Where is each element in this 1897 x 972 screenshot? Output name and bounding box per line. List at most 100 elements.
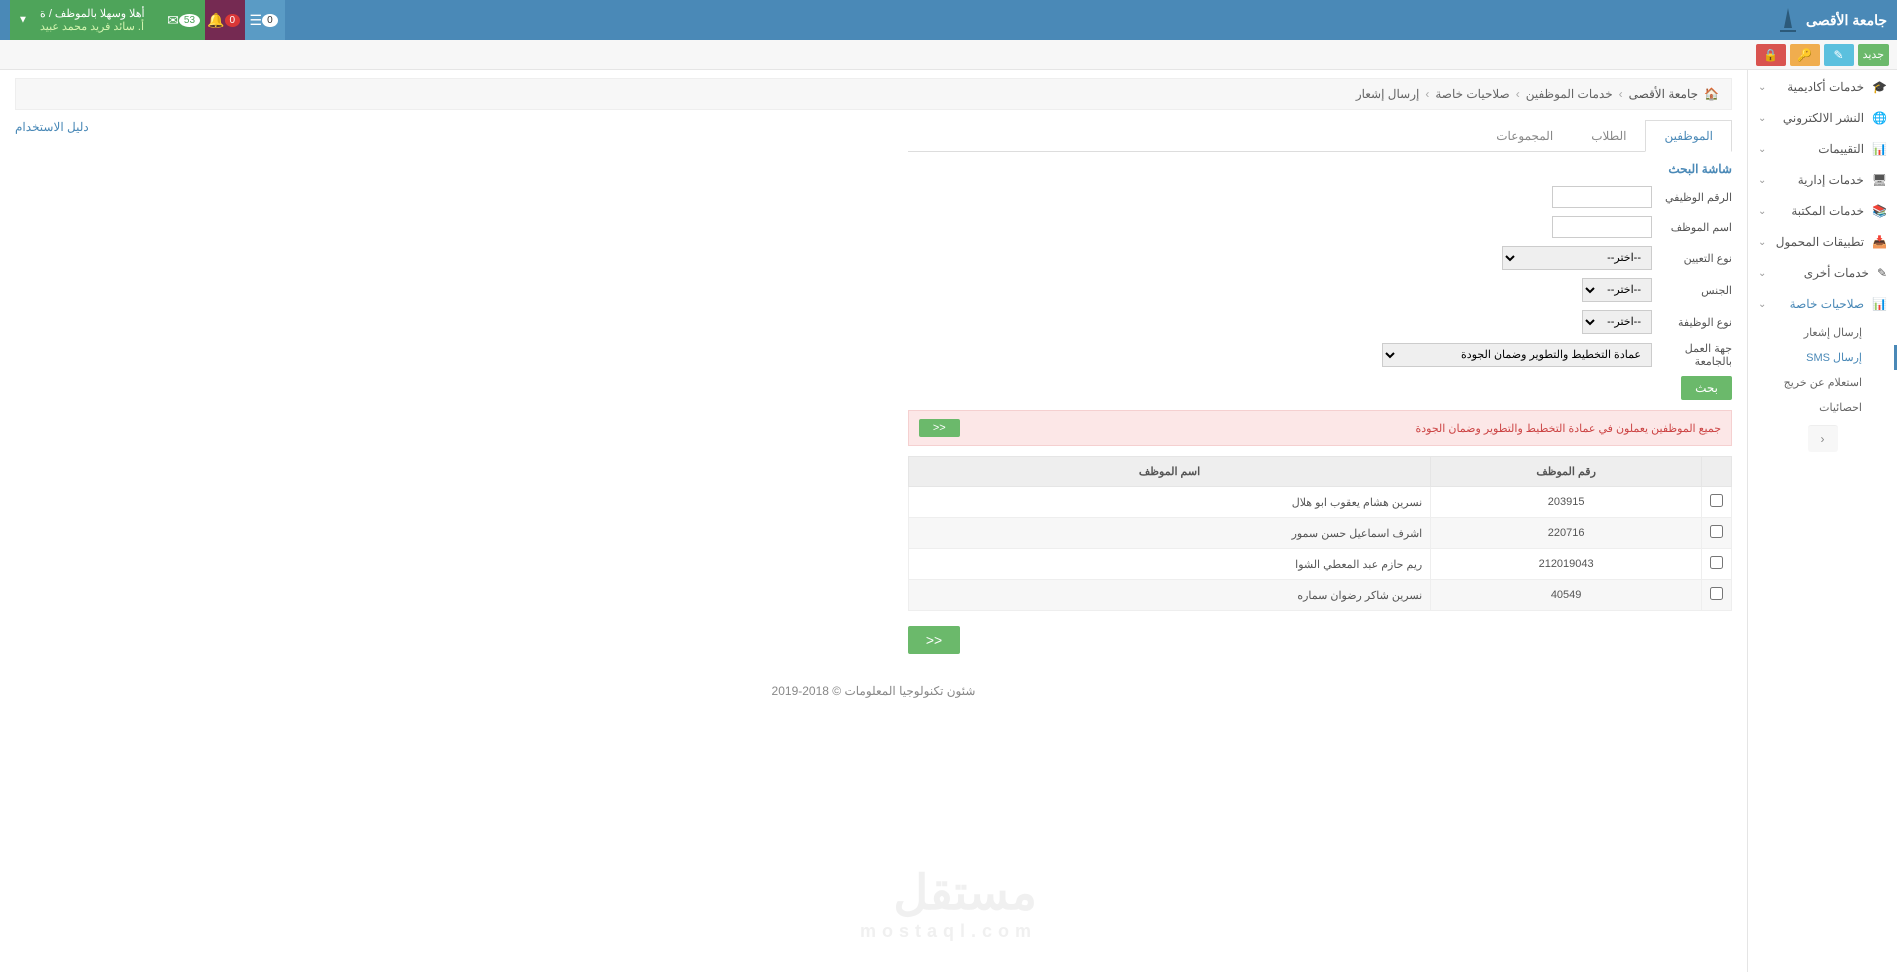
- submenu-statistics[interactable]: احصائيات: [1748, 395, 1872, 420]
- sidebar-item-admin[interactable]: 🖥خدمات إدارية ⌄: [1748, 165, 1897, 196]
- chart-icon: 📊: [1872, 142, 1887, 156]
- select-dept[interactable]: عمادة التخطيط والتطوير وضمان الجودة: [1382, 343, 1652, 367]
- tab-employees[interactable]: الموظفين: [1645, 120, 1732, 152]
- breadcrumb-level3: إرسال إشعار: [1356, 87, 1420, 101]
- header-notification-button[interactable]: 0 🔔: [205, 0, 245, 40]
- chevron-down-icon: ⌄: [1758, 113, 1766, 124]
- sidebar-item-permissions[interactable]: 📊صلاحيات خاصة ⌄: [1748, 289, 1897, 320]
- select-job-type[interactable]: --اختر--: [1582, 310, 1652, 334]
- header: جامعة الأقصى 0 ☰ 0 🔔 53 ✉ أهلا وسهلا بال…: [0, 0, 1897, 40]
- toolbar: جديد ✎ 🔑 🔒: [0, 40, 1897, 70]
- user-menu[interactable]: أهلا وسهلا بالموظف / ة أ. سائد فريد محمد…: [10, 0, 165, 40]
- breadcrumb-level1[interactable]: خدمات الموظفين: [1526, 87, 1613, 101]
- select-gender[interactable]: --اختر--: [1582, 278, 1652, 302]
- content: 🏠 جامعة الأقصى › خدمات الموظفين › صلاحيا…: [0, 70, 1747, 972]
- table-row: 220716اشرف اسماعيل حسن سمور: [908, 518, 1731, 549]
- submenu-graduate-query[interactable]: استعلام عن خريج: [1748, 370, 1872, 395]
- logo-icon: [1778, 6, 1798, 34]
- submenu-send-notification[interactable]: إرسال إشعار: [1748, 320, 1872, 345]
- tab-groups[interactable]: المجموعات: [1477, 120, 1572, 151]
- breadcrumb-home[interactable]: جامعة الأقصى: [1629, 87, 1698, 101]
- welcome-text: أهلا وسهلا بالموظف / ة: [40, 7, 145, 20]
- content-columns: الموظفين الطلاب المجموعات شاشة البحث الر…: [15, 120, 1732, 669]
- sidebar-item-other[interactable]: ✎خدمات أخرى ⌄: [1748, 258, 1897, 289]
- row-checkbox[interactable]: [1710, 587, 1723, 600]
- submenu-send-sms[interactable]: إرسال SMS: [1748, 345, 1872, 370]
- row-checkbox[interactable]: [1710, 525, 1723, 538]
- alert-action-button[interactable]: <<: [919, 419, 960, 437]
- sidebar-item-label: خدمات أخرى: [1804, 266, 1869, 280]
- row-name: نسرين شاكر رضوان سماره: [908, 580, 1430, 611]
- chevron-down-icon: ⌄: [1758, 206, 1766, 217]
- search-title: شاشة البحث: [908, 162, 1732, 176]
- row-id: 212019043: [1431, 549, 1702, 580]
- header-brand: جامعة الأقصى: [1773, 6, 1887, 34]
- search-button[interactable]: بحث: [1681, 376, 1732, 400]
- breadcrumb: 🏠 جامعة الأقصى › خدمات الموظفين › صلاحيا…: [15, 78, 1732, 110]
- toolbar-key-button[interactable]: 🔑: [1790, 44, 1820, 66]
- header-messages-button[interactable]: 53 ✉: [165, 0, 205, 40]
- sidebar-item-academic[interactable]: 🎓خدمات أكاديمية ⌄: [1748, 72, 1897, 103]
- sidebar-item-label: خدمات أكاديمية: [1787, 80, 1864, 94]
- home-icon: 🏠: [1704, 87, 1719, 101]
- toolbar-edit-button[interactable]: ✎: [1824, 44, 1854, 66]
- watermark-main: مستقل: [893, 867, 1037, 920]
- table-header-checkbox: [1702, 457, 1732, 487]
- sidebar-item-epublish[interactable]: 🌐النشر الالكتروني ⌄: [1748, 103, 1897, 134]
- envelope-icon: ✉: [167, 12, 179, 29]
- table-header-id: رقم الموظف: [1431, 457, 1702, 487]
- form-row-emp-id: الرقم الوظيفي: [908, 186, 1732, 208]
- row-id: 203915: [1431, 487, 1702, 518]
- label-gender: الجنس: [1662, 284, 1732, 297]
- menu-badge: 0: [262, 14, 278, 27]
- select-appoint-type[interactable]: --اختر--: [1502, 246, 1652, 270]
- row-checkbox[interactable]: [1710, 556, 1723, 569]
- label-emp-id: الرقم الوظيفي: [1662, 191, 1732, 204]
- messages-badge: 53: [179, 14, 200, 27]
- search-panel: الموظفين الطلاب المجموعات شاشة البحث الر…: [908, 120, 1732, 669]
- sidebar: 🎓خدمات أكاديمية ⌄ 🌐النشر الالكتروني ⌄ 📊 ا…: [1747, 70, 1897, 972]
- pencil-icon: ✎: [1834, 48, 1844, 62]
- guide-panel: دليل الاستخدام: [15, 120, 893, 669]
- header-actions: 0 ☰ 0 🔔 53 ✉ أهلا وسهلا بالموظف / ة أ. س…: [10, 0, 285, 40]
- transfer-button[interactable]: <<: [908, 626, 960, 654]
- toolbar-lock-button[interactable]: 🔒: [1756, 44, 1786, 66]
- form-row-job-type: نوع الوظيفة --اختر--: [908, 310, 1732, 334]
- bell-icon: 🔔: [207, 12, 224, 29]
- sidebar-item-library[interactable]: 📚خدمات المكتبة ⌄: [1748, 196, 1897, 227]
- table-row: 212019043ريم حازم عبد المعطي الشوا: [908, 549, 1731, 580]
- toolbar-new-button[interactable]: جديد: [1858, 44, 1889, 66]
- chevron-down-icon: ⌄: [1758, 175, 1766, 186]
- row-name: اشرف اسماعيل حسن سمور: [908, 518, 1430, 549]
- label-job-type: نوع الوظيفة: [1662, 316, 1732, 329]
- sidebar-item-mobile[interactable]: 📥تطبيقات المحمول ⌄: [1748, 227, 1897, 258]
- input-emp-id[interactable]: [1552, 186, 1652, 208]
- footer: شئون تكنولوجيا المعلومات © 2018-2019: [15, 669, 1732, 713]
- sidebar-item-evaluations[interactable]: 📊التقييمات ⌄: [1748, 134, 1897, 165]
- tab-students[interactable]: الطلاب: [1572, 120, 1645, 151]
- sidebar-collapse-button[interactable]: ‹: [1808, 425, 1838, 452]
- chevron-down-icon: ⌄: [1758, 268, 1766, 279]
- logo-text: جامعة الأقصى: [1806, 12, 1887, 29]
- chevron-down-icon: ⌄: [1758, 237, 1766, 248]
- usage-guide-link[interactable]: دليل الاستخدام: [15, 120, 89, 134]
- input-emp-name[interactable]: [1552, 216, 1652, 238]
- form-row-emp-name: اسم الموظف: [908, 216, 1732, 238]
- chevron-down-icon: ⌄: [1758, 299, 1766, 310]
- breadcrumb-level2[interactable]: صلاحيات خاصة: [1435, 87, 1509, 101]
- watermark: مستقل mostaql.com: [860, 865, 1037, 942]
- row-checkbox[interactable]: [1710, 494, 1723, 507]
- header-menu-button[interactable]: 0 ☰: [245, 0, 285, 40]
- table-header-name: اسم الموظف: [908, 457, 1430, 487]
- globe-icon: 🌐: [1872, 111, 1887, 125]
- bars-icon: ☰: [250, 12, 263, 29]
- notification-badge: 0: [225, 14, 241, 27]
- form-row-appoint-type: نوع التعيين --اختر--: [908, 246, 1732, 270]
- label-appoint-type: نوع التعيين: [1662, 252, 1732, 265]
- sidebar-item-label: تطبيقات المحمول: [1776, 235, 1864, 249]
- sidebar-item-label: التقييمات: [1818, 142, 1864, 156]
- form-row-gender: الجنس --اختر--: [908, 278, 1732, 302]
- book-icon: 📚: [1872, 204, 1887, 218]
- sidebar-submenu: إرسال إشعار إرسال SMS استعلام عن خريج اح…: [1748, 320, 1897, 420]
- breadcrumb-separator: ›: [1516, 87, 1520, 101]
